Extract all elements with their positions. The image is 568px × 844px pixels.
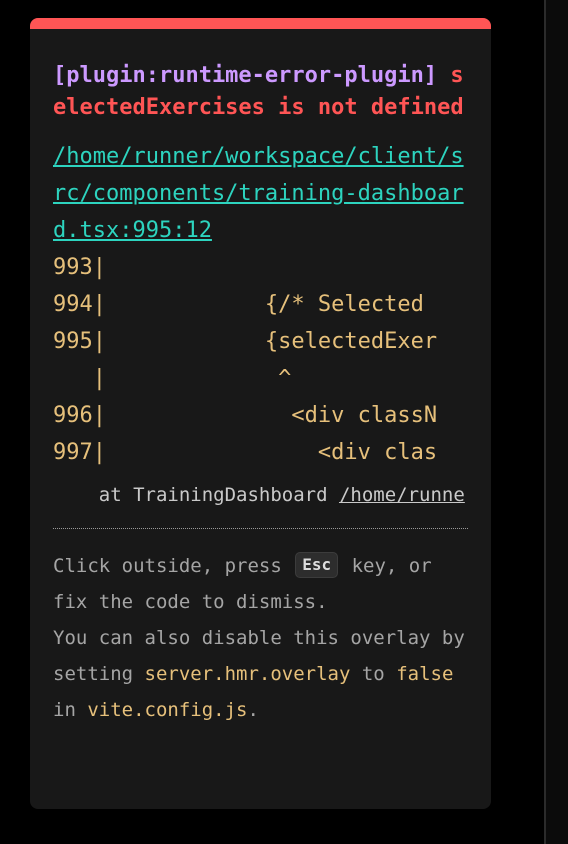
plugin-name: [plugin:runtime-error-plugin] (53, 63, 438, 88)
tip-text-1: Click outside, press (53, 555, 294, 577)
config-option: server.hmr.overlay (144, 663, 351, 685)
dismiss-tip: Click outside, press Esc key, or fix the… (53, 548, 468, 728)
error-file-link[interactable]: /home/runner/workspace/client/src/compon… (53, 138, 468, 249)
stack-file-link[interactable]: /home/runne (339, 484, 465, 506)
config-value: false (396, 663, 454, 685)
error-overlay-content: [plugin:runtime-error-plugin] selectedEx… (53, 60, 468, 728)
stack-trace: at TrainingDashboard /home/runne (53, 481, 468, 509)
config-file: vite.config.js (87, 699, 248, 721)
esc-key-badge: Esc (295, 551, 339, 578)
tip-text-5: in (53, 699, 88, 721)
code-frame: 993| 994| {/* Selected 995| {selectedExe… (53, 255, 438, 465)
screen-root: [plugin:runtime-error-plugin] selectedEx… (0, 0, 568, 844)
tip-divider (53, 528, 468, 529)
stack-prefix: at TrainingDashboard (53, 484, 339, 506)
tip-text-4: to (350, 663, 397, 685)
adjacent-panel-edge (546, 0, 568, 844)
tip-text-6: . (247, 699, 259, 721)
error-message: [plugin:runtime-error-plugin] selectedEx… (53, 60, 468, 124)
error-overlay-window[interactable]: [plugin:runtime-error-plugin] selectedEx… (30, 18, 491, 809)
error-accent-bar (30, 18, 491, 29)
